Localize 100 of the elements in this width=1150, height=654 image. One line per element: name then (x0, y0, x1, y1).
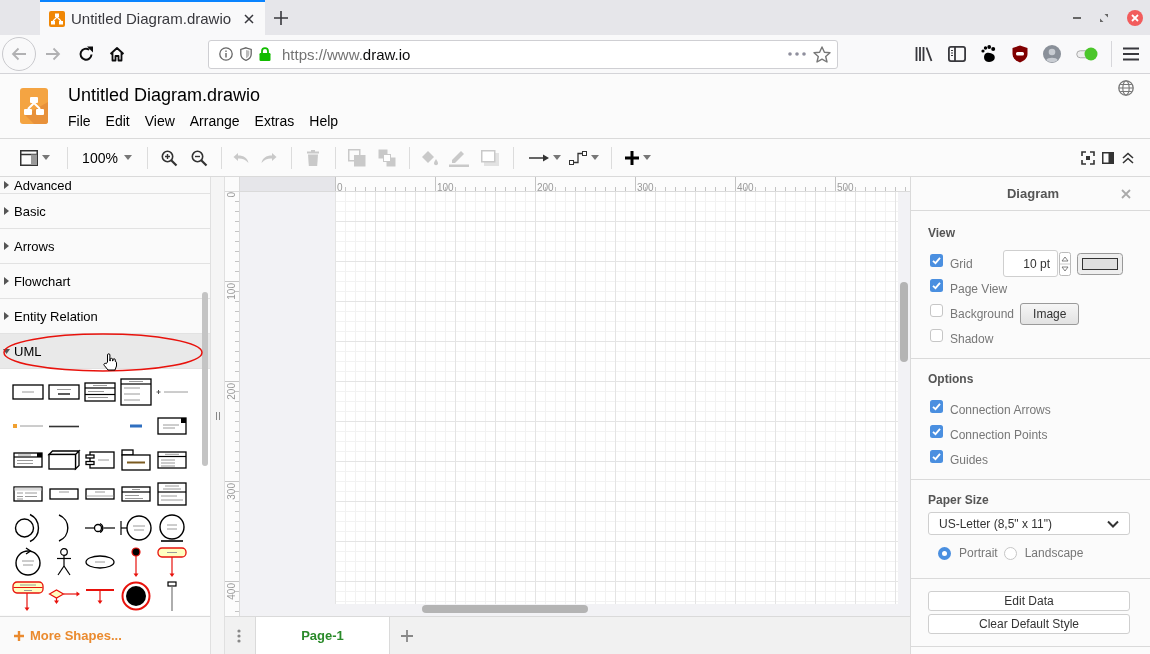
note-shape-icon[interactable] (13, 452, 43, 468)
initial-state-icon[interactable] (131, 547, 141, 577)
shape-category[interactable]: Advanced (0, 177, 210, 194)
menu-icon[interactable] (1123, 47, 1139, 61)
class-table-icon[interactable] (121, 486, 151, 502)
class-table-icon[interactable] (157, 451, 187, 469)
drag-handle-icon[interactable] (215, 411, 220, 420)
checkbox[interactable] (930, 304, 943, 317)
actor-icon[interactable] (56, 548, 72, 576)
lock-icon[interactable] (259, 47, 271, 61)
caret-right-icon[interactable] (4, 181, 9, 189)
box-shape-icon[interactable] (49, 488, 79, 500)
plus-icon[interactable] (625, 150, 639, 165)
radio-button[interactable] (1003, 546, 1017, 560)
line-shape-icon[interactable] (49, 424, 79, 428)
caret-right-icon[interactable] (4, 207, 9, 215)
control-object-icon[interactable] (14, 547, 42, 577)
panel-button[interactable]: Edit Data (928, 591, 1130, 611)
caret-down-icon[interactable] (3, 348, 10, 354)
paper-size-select[interactable]: US-Letter (8,5" x 11") (928, 512, 1130, 535)
avatar-icon[interactable] (1043, 45, 1061, 63)
home-icon[interactable] (109, 46, 125, 62)
caret-right-icon[interactable] (4, 312, 9, 320)
caret-icon[interactable] (553, 155, 561, 160)
checkbox[interactable] (930, 450, 943, 463)
use-case-ellipse-icon[interactable] (85, 555, 115, 569)
panel-button[interactable]: Clear Default Style (928, 614, 1130, 634)
zoom-in-icon[interactable] (161, 149, 177, 166)
more-vertical-icon[interactable] (237, 628, 241, 643)
double-chevron-icon[interactable] (1122, 151, 1134, 164)
class-shape-icon[interactable] (12, 384, 44, 400)
caret-icon[interactable] (42, 155, 50, 160)
checkbox[interactable] (930, 425, 943, 438)
zoom-dropdown[interactable]: 100% (82, 149, 132, 166)
address-field[interactable]: https://www.draw.io (208, 39, 838, 69)
caret-icon[interactable] (643, 155, 651, 160)
caret-right-icon[interactable] (4, 242, 9, 250)
checkbox[interactable] (930, 400, 943, 413)
node-box-icon[interactable] (48, 450, 80, 470)
scrollbar-thumb[interactable] (422, 605, 588, 613)
star-icon[interactable] (813, 45, 831, 63)
globe-icon[interactable] (1118, 80, 1134, 96)
final-state-icon[interactable] (121, 581, 151, 611)
toggle-icon[interactable] (1076, 47, 1098, 61)
arrow-icon[interactable] (529, 153, 549, 162)
menu-item[interactable]: Help (301, 113, 346, 130)
more-dots-icon[interactable] (788, 52, 806, 56)
menu-item[interactable]: View (137, 113, 183, 130)
fit-icon[interactable] (1081, 150, 1095, 165)
browser-tab[interactable]: Untitled Diagram.drawio (40, 0, 265, 35)
entity-object-icon[interactable] (158, 514, 186, 542)
package-shape-icon[interactable] (121, 449, 151, 471)
caret-right-icon[interactable] (4, 277, 9, 285)
checkbox[interactable] (930, 279, 943, 292)
zoom-out-icon[interactable] (191, 149, 207, 166)
action-shape-icon[interactable] (12, 581, 44, 611)
caret-icon[interactable] (123, 155, 132, 160)
fork-bar-icon[interactable] (85, 588, 115, 604)
shield-icon[interactable] (1012, 45, 1028, 63)
reload-icon[interactable] (78, 46, 94, 62)
layout-icon[interactable] (20, 149, 38, 166)
lifeline-icon[interactable] (167, 581, 177, 611)
caret-icon[interactable] (591, 155, 599, 160)
boundary-object-icon[interactable] (120, 514, 152, 542)
info-icon[interactable] (219, 47, 233, 61)
footprint-icon[interactable] (981, 45, 997, 63)
spinner-icon[interactable] (1059, 251, 1071, 276)
box-shape-icon[interactable] (85, 488, 115, 500)
color-swatch-icon[interactable] (1077, 252, 1123, 275)
close-icon[interactable] (244, 13, 254, 24)
activity-shape-icon[interactable] (157, 547, 187, 577)
page-tab[interactable]: Page-1 (255, 617, 390, 654)
waypoint-icon[interactable] (569, 150, 587, 165)
image-button[interactable]: Image (1020, 302, 1080, 325)
provided-interface-icon[interactable] (14, 513, 42, 543)
menu-item[interactable]: Extras (247, 113, 302, 130)
menu-item[interactable]: Edit (98, 113, 138, 130)
menu-item[interactable]: File (60, 113, 99, 130)
panel-icon[interactable] (1102, 151, 1114, 164)
interface-shape-icon[interactable] (48, 384, 80, 400)
document-title[interactable]: Untitled Diagram.drawio (68, 85, 346, 106)
required-interface-icon[interactable] (58, 514, 70, 542)
class-table-icon[interactable] (120, 378, 152, 406)
lollipop-icon[interactable] (85, 522, 115, 534)
scrollbar-thumb[interactable] (900, 282, 908, 362)
component-shape-icon[interactable] (85, 451, 115, 469)
class-table-icon[interactable] (157, 482, 187, 506)
note-shape-icon[interactable] (157, 417, 187, 435)
maximize-icon[interactable] (1100, 13, 1108, 22)
menu-item[interactable]: Arrange (182, 113, 248, 130)
decision-diamond-icon[interactable] (48, 588, 80, 604)
checkbox[interactable] (930, 254, 943, 267)
radio-button[interactable] (938, 546, 951, 560)
class-table-icon[interactable] (13, 486, 43, 502)
sidebar-icon[interactable] (948, 46, 966, 62)
class-table-icon[interactable] (84, 382, 116, 402)
checkbox[interactable] (930, 329, 943, 342)
scrollbar-thumb[interactable] (202, 292, 208, 466)
shield-icon[interactable] (240, 47, 252, 61)
minimize-icon[interactable] (1073, 16, 1081, 19)
